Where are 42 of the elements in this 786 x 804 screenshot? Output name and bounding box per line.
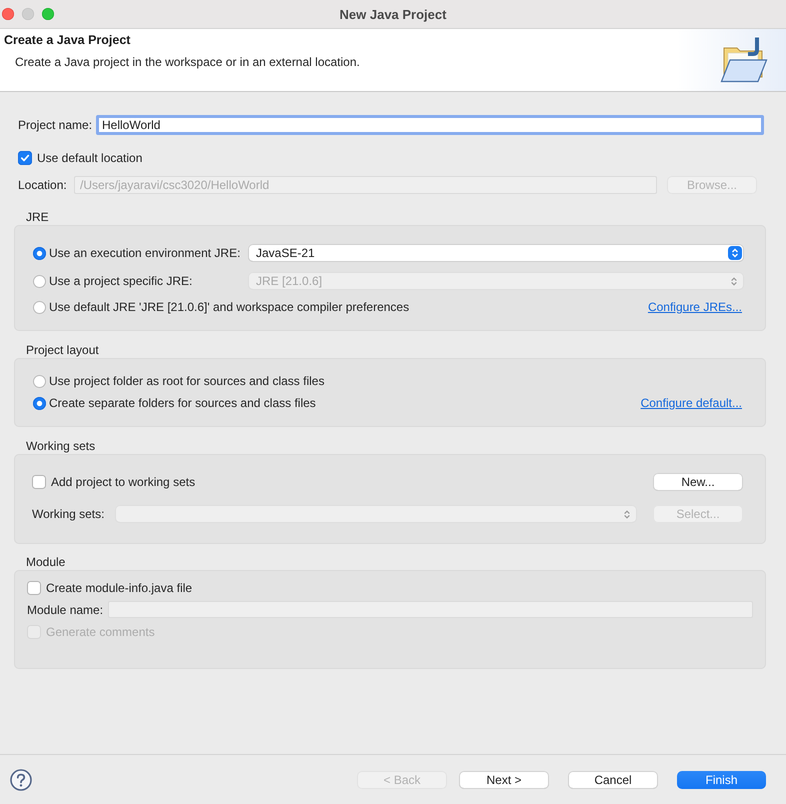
close-button[interactable] [2,8,14,20]
radio-label: Create separate folders for sources and class files [49,396,316,410]
section-title: JRE [26,210,49,224]
folder-icon [720,37,768,83]
configure-link[interactable]: Configure default... [640,396,742,410]
checkbox[interactable] [27,581,41,595]
new-button[interactable]: New... [653,473,743,491]
field-label: Location: [18,178,68,192]
checkbox[interactable] [18,151,32,165]
checkbox-label: Create module-info.java file [46,581,192,595]
field-label: Working sets: [32,507,106,521]
checkbox-label: Add project to working sets [51,475,196,489]
minimize-button[interactable] [22,8,34,20]
configure-link[interactable]: Configure JREs... [648,300,742,314]
checkbox-label: Use default location [37,151,142,165]
next-button[interactable]: Next > [459,770,549,788]
field-label: Project name: [18,118,94,132]
radio-button[interactable] [33,396,46,410]
radio-label: Use an execution environment JRE: [49,246,242,260]
window-title: New Java Project [340,6,446,22]
radio-label: Use project folder as root for sources and class files [49,374,324,388]
section-title: Working sets [26,439,96,453]
help-icon[interactable] [10,768,32,790]
section-title: Module [26,555,66,569]
cancel-button[interactable]: Cancel [568,770,658,788]
header-description: Create a Java project in the workspace or in an external location. [15,54,360,70]
zoom-button[interactable] [42,8,54,20]
checkbox[interactable] [32,475,46,489]
radio-label: Use default JRE 'JRE [21.0.6]' and workspace compiler preferences [49,300,410,314]
stepper-icon [728,246,742,260]
radio-button[interactable] [33,300,46,314]
stepper-icon [624,510,630,518]
project-name-field[interactable]: HelloWorld [96,115,764,135]
dropdown[interactable]: JavaSE-21 [248,244,744,262]
radio-label: Use a project specific JRE: [49,274,194,288]
section-title: Project layout [26,343,99,357]
header-title: Create a Java Project [4,32,130,48]
radio-button[interactable] [33,374,46,388]
stepper-icon [731,276,737,286]
field-label: Module name: [27,602,104,616]
finish-button[interactable]: Finish [677,770,766,788]
radio-button[interactable] [33,246,46,260]
